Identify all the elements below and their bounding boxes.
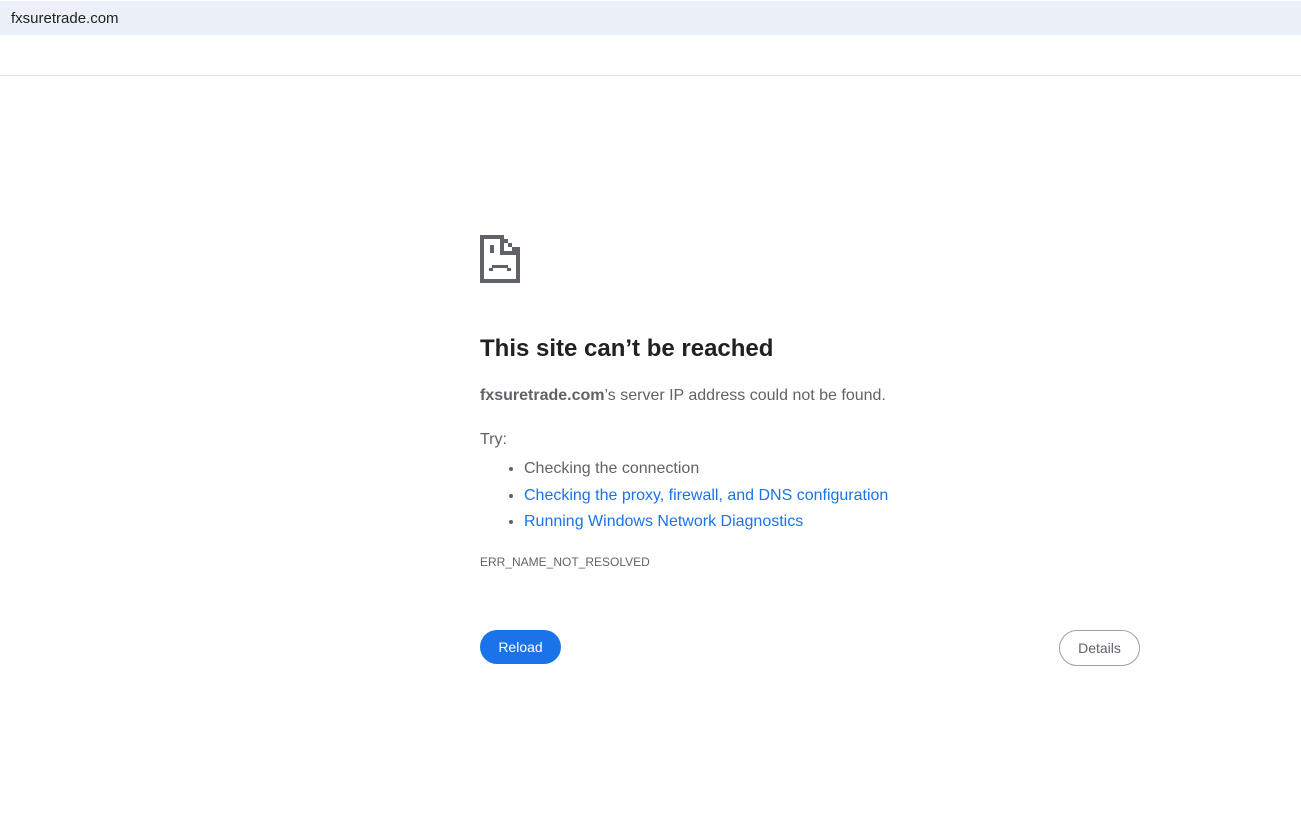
- error-title: This site can’t be reached: [480, 335, 774, 362]
- suggestions-list: Checking the connection Checking the pro…: [480, 456, 888, 536]
- suggestion-item: Checking the proxy, firewall, and DNS co…: [524, 483, 888, 510]
- suggestion-item: Checking the connection: [524, 456, 888, 483]
- suggestion-proxy-link[interactable]: Checking the proxy, firewall, and DNS co…: [524, 487, 888, 504]
- address-bar-url[interactable]: fxsuretrade.com: [11, 10, 119, 27]
- suggestion-connection: Checking the connection: [524, 460, 700, 477]
- error-description: fxsuretrade.com’s server IP address coul…: [480, 387, 886, 405]
- reload-button[interactable]: Reload: [480, 630, 561, 664]
- suggestion-diagnostics-link[interactable]: Running Windows Network Diagnostics: [524, 513, 803, 530]
- error-host: fxsuretrade.com: [480, 387, 605, 404]
- error-code: ERR_NAME_NOT_RESOLVED: [480, 555, 650, 569]
- details-button[interactable]: Details: [1059, 630, 1140, 666]
- toolbar-divider: [0, 75, 1301, 76]
- try-label: Try:: [480, 431, 507, 448]
- address-bar[interactable]: fxsuretrade.com: [0, 1, 1301, 35]
- sad-page-icon: [480, 235, 520, 283]
- suggestion-item: Running Windows Network Diagnostics: [524, 509, 888, 536]
- error-message: ’s server IP address could not be found.: [604, 387, 886, 404]
